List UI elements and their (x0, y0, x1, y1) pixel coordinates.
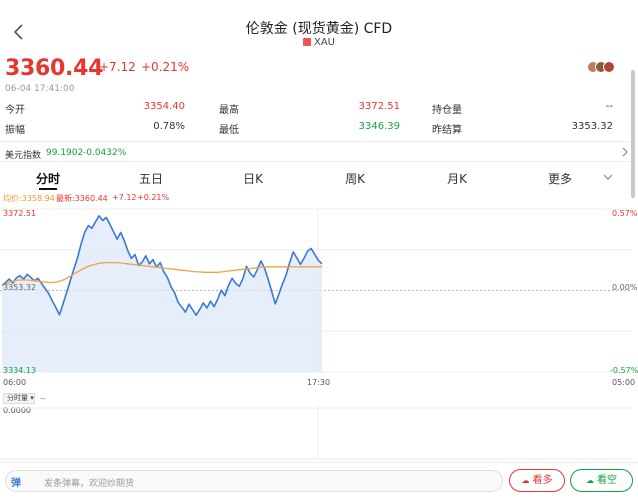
last-price-legend: 最新:3360.44 (56, 194, 108, 203)
tab-monthly-k[interactable]: 月K (437, 170, 477, 187)
active-tab-indicator (39, 188, 57, 190)
tab-five-day[interactable]: 五日 (131, 170, 171, 187)
divider (0, 161, 630, 162)
quote-timestamp: 06-04 17:41:00 (5, 84, 75, 94)
open-interest-value: -- (605, 101, 613, 112)
last-price: 3360.44 (5, 56, 104, 81)
y-tick-right-bottom: -0.57% (610, 366, 638, 375)
scrollbar[interactable] (631, 70, 635, 198)
price-area (2, 215, 322, 372)
y-tick-left-mid: 3353.32 (3, 283, 37, 292)
amplitude-value: 0.78% (153, 121, 185, 132)
top-bar: 伦敦金 (现货黄金) CFD XAU (0, 0, 638, 52)
bullish-button[interactable]: ☁ 看多 (509, 469, 565, 492)
low-label: 最低 (219, 125, 239, 136)
x-tick-mid: 17:30 (307, 378, 331, 387)
low-value: 3346.39 (358, 121, 400, 132)
y-tick-right-top: 0.57% (612, 209, 638, 218)
tab-weekly-k[interactable]: 周K (335, 170, 375, 187)
prev-settle-value: 3353.32 (571, 121, 613, 132)
page-title: 伦敦金 (现货黄金) CFD (245, 21, 393, 37)
flag-icon (302, 38, 311, 46)
tab-more[interactable]: 更多 (540, 170, 580, 187)
usd-index-change: -0.0432% (83, 148, 127, 158)
prev-settle-label: 昨结算 (432, 125, 462, 136)
cloud-icon: ☁ (521, 476, 530, 485)
open-value: 3354.40 (143, 101, 185, 112)
price-change-percent: +0.21% (141, 60, 190, 74)
user-avatars[interactable] (587, 61, 617, 73)
danmaku-icon[interactable]: 弹 (11, 474, 21, 489)
instrument-code: XAU (0, 37, 638, 48)
y-tick-left-top: 3372.51 (3, 209, 37, 218)
tab-daily-k[interactable]: 日K (233, 170, 273, 187)
x-tick-start: 06:00 (3, 378, 27, 387)
open-label: 今开 (5, 105, 25, 116)
intraday-chart-svg (0, 208, 632, 373)
x-tick-end: 05:00 (612, 378, 636, 387)
chevron-right-icon[interactable] (620, 146, 630, 158)
y-tick-left-bottom: 3334.13 (3, 366, 37, 375)
avg-price-legend: 均价:3358.94 (3, 194, 55, 203)
usd-index-label[interactable]: 美元指数 (5, 148, 41, 161)
usd-index-value: 99.1902 (46, 148, 84, 158)
avatar (603, 61, 615, 73)
volume-chart (0, 404, 632, 460)
danmaku-placeholder: 发条弹幕，欢迎炒期货 (44, 479, 135, 489)
y-tick-right-mid: 0.00% (612, 283, 638, 292)
volume-dash: -- (40, 394, 46, 403)
divider (0, 141, 630, 142)
bearish-button[interactable]: ☁ 看空 (570, 469, 633, 492)
price-change: +7.12 (99, 60, 136, 74)
intraday-chart[interactable] (0, 205, 638, 375)
volume-selector[interactable]: 分时量 ▾ (3, 393, 35, 404)
high-label: 最高 (219, 105, 239, 116)
chevron-down-icon[interactable] (602, 172, 614, 182)
legend-change: +7.12 (112, 193, 137, 202)
legend-change-percent: +0.21% (137, 193, 170, 202)
tab-intraday[interactable]: 分时 (28, 170, 68, 187)
cloud-icon: ☁ (586, 476, 594, 485)
amplitude-label: 振幅 (5, 125, 25, 136)
high-value: 3372.51 (358, 101, 400, 112)
open-interest-label: 持仓量 (432, 105, 462, 116)
